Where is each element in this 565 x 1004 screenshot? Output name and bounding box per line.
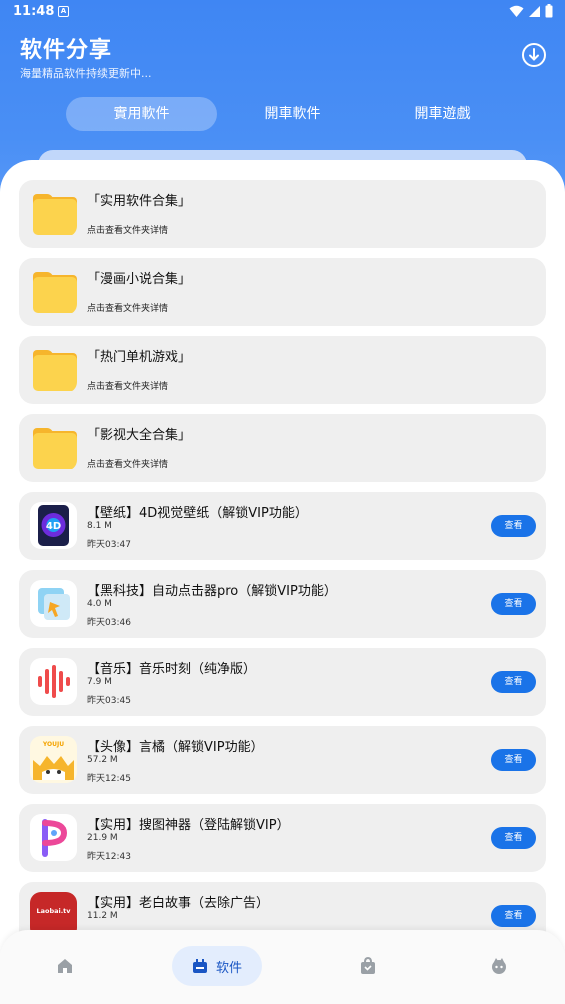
nav-home[interactable] — [42, 946, 88, 986]
wifi-icon — [509, 5, 524, 17]
status-bar: 11:48 A — [0, 0, 565, 24]
app-size: 11.2 M — [87, 911, 118, 921]
view-button[interactable]: 查看 — [491, 515, 536, 537]
app-title: 【头像】言橘（解锁VIP功能） — [87, 740, 264, 755]
folder-card[interactable]: 「热门单机游戏」 点击查看文件夹详情 — [19, 336, 546, 404]
image-search-icon — [30, 814, 77, 861]
nav-shop[interactable] — [345, 946, 391, 986]
shop-bag-icon — [361, 957, 375, 974]
app-card[interactable]: 4D 【壁纸】4D视觉壁纸（解锁VIP功能） 8.1 M 昨天03:47 查看 — [19, 492, 546, 560]
view-button[interactable]: 查看 — [491, 593, 536, 615]
app-time: 昨天03:47 — [87, 540, 131, 550]
folder-card[interactable]: 「漫画小说合集」 点击查看文件夹详情 — [19, 258, 546, 326]
tab-driving-software[interactable]: 開車軟件 — [217, 97, 368, 131]
app-time: 昨天03:46 — [87, 618, 131, 628]
svg-text:Laobai.tv: Laobai.tv — [36, 907, 71, 915]
app-title: 【实用】搜图神器（登陆解锁VIP） — [87, 818, 290, 833]
app-card[interactable]: YOUJU 【头像】言橘（解锁VIP功能） 57.2 M 昨天12:45 查看 — [19, 726, 546, 794]
page-subtitle: 海量精品软件持续更新中... — [20, 67, 152, 80]
folder-hint: 点击查看文件夹详情 — [87, 382, 169, 392]
folder-title: 「实用软件合集」 — [87, 194, 192, 209]
folder-hint: 点击查看文件夹详情 — [87, 460, 169, 470]
status-icons — [509, 4, 553, 18]
page-title: 软件分享 — [20, 38, 113, 63]
app-card[interactable]: 【黑科技】自动点击器pro（解锁VIP功能） 4.0 M 昨天03:46 查看 — [19, 570, 546, 638]
nav-profile[interactable] — [476, 946, 522, 986]
folder-title: 「热门单机游戏」 — [87, 350, 192, 365]
folder-title: 「影视大全合集」 — [87, 428, 192, 443]
nav-software[interactable]: 软件 — [172, 946, 262, 986]
app-title: 【音乐】音乐时刻（纯净版） — [87, 662, 257, 677]
folder-card[interactable]: 「影视大全合集」 点击查看文件夹详情 — [19, 414, 546, 482]
nav-software-label: 软件 — [215, 960, 242, 976]
app-time: 昨天12:45 — [87, 774, 131, 784]
software-icon — [192, 959, 207, 973]
folder-icon — [30, 190, 77, 237]
svg-text:YOUJU: YOUJU — [42, 741, 64, 748]
app-card[interactable]: 【实用】搜图神器（登陆解锁VIP） 21.9 M 昨天12:43 查看 — [19, 804, 546, 872]
battery-icon — [545, 4, 553, 18]
bottom-nav: 软件 — [0, 930, 565, 1004]
download-icon[interactable] — [521, 42, 547, 68]
home-icon — [58, 959, 72, 973]
music-wave-icon — [30, 658, 77, 705]
svg-text:4D: 4D — [46, 521, 61, 532]
folder-icon — [30, 346, 77, 393]
app-title: 【黑科技】自动点击器pro（解锁VIP功能） — [87, 584, 337, 599]
app-time: 昨天12:43 — [87, 852, 131, 862]
folder-hint: 点击查看文件夹详情 — [87, 304, 169, 314]
view-button[interactable]: 查看 — [491, 827, 536, 849]
notification-icon: A — [58, 6, 69, 17]
app-time: 昨天03:45 — [87, 696, 131, 706]
app-size: 7.9 M — [87, 677, 112, 687]
folder-icon — [30, 268, 77, 315]
folder-title: 「漫画小说合集」 — [87, 272, 192, 287]
app-size: 4.0 M — [87, 599, 112, 609]
view-button[interactable]: 查看 — [491, 749, 536, 771]
avatar-cat-icon: YOUJU — [30, 736, 77, 783]
signal-icon — [529, 5, 540, 17]
app-size: 21.9 M — [87, 833, 118, 843]
profile-icon — [492, 958, 506, 974]
app-size: 8.1 M — [87, 521, 112, 531]
wallpaper-4d-icon: 4D — [30, 502, 77, 549]
tab-driving-games[interactable]: 開車遊戲 — [367, 97, 518, 131]
folder-card[interactable]: 「实用软件合集」 点击查看文件夹详情 — [19, 180, 546, 248]
app-card[interactable]: 【音乐】音乐时刻（纯净版） 7.9 M 昨天03:45 查看 — [19, 648, 546, 716]
status-time: 11:48 — [13, 4, 55, 19]
folder-hint: 点击查看文件夹详情 — [87, 226, 169, 236]
auto-clicker-icon — [30, 580, 77, 627]
view-button[interactable]: 查看 — [491, 671, 536, 693]
app-size: 57.2 M — [87, 755, 118, 765]
tab-practical-software[interactable]: 實用軟件 — [66, 97, 217, 131]
app-title: 【壁纸】4D视觉壁纸（解锁VIP功能） — [87, 506, 308, 521]
category-tabs: 實用軟件 開車軟件 開車遊戲 — [0, 97, 565, 131]
folder-icon — [30, 424, 77, 471]
app-title: 【实用】老白故事（去除广告） — [87, 896, 270, 911]
view-button[interactable]: 查看 — [491, 905, 536, 927]
